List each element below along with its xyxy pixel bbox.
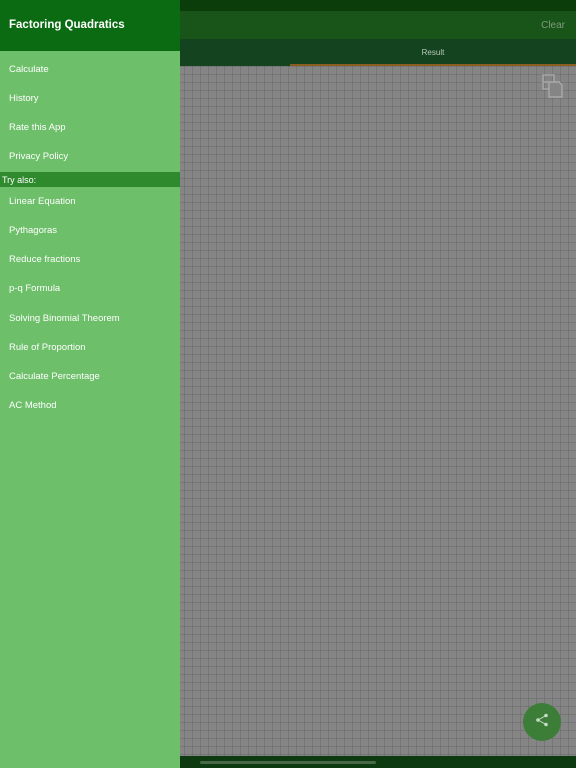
try-also-label: Try also: [2, 175, 37, 185]
menu-item-calculate-percentage[interactable]: Calculate Percentage [9, 371, 100, 383]
menu-item-pq-formula[interactable]: p-q Formula [9, 283, 60, 295]
share-button[interactable] [523, 703, 561, 741]
menu-item-rule-of-proportion[interactable]: Rule of Proportion [9, 342, 86, 354]
tab-result[interactable]: Result [290, 39, 576, 66]
menu-item-binomial-theorem[interactable]: Solving Binomial Theorem [9, 313, 120, 325]
try-also-section-header: Try also: [0, 172, 180, 187]
home-indicator [200, 761, 376, 764]
menu-item-calculate[interactable]: Calculate [9, 64, 49, 76]
menu-item-linear-equation[interactable]: Linear Equation [9, 196, 76, 208]
menu-item-reduce-fractions[interactable]: Reduce fractions [9, 254, 80, 266]
drawer-title: Factoring Quadratics [9, 19, 125, 31]
clear-button[interactable]: Clear [541, 20, 565, 31]
menu-item-history[interactable]: History [9, 93, 39, 105]
navigation-drawer: Factoring Quadratics Calculate History R… [0, 0, 180, 768]
menu-item-privacy-policy[interactable]: Privacy Policy [9, 151, 68, 163]
menu-item-pythagoras[interactable]: Pythagoras [9, 225, 57, 237]
share-icon [535, 713, 549, 732]
menu-item-ac-method[interactable]: AC Method [9, 400, 57, 412]
menu-item-rate-app[interactable]: Rate this App [9, 122, 66, 134]
copy-icon[interactable] [540, 73, 566, 99]
drawer-header: Factoring Quadratics [0, 0, 180, 51]
